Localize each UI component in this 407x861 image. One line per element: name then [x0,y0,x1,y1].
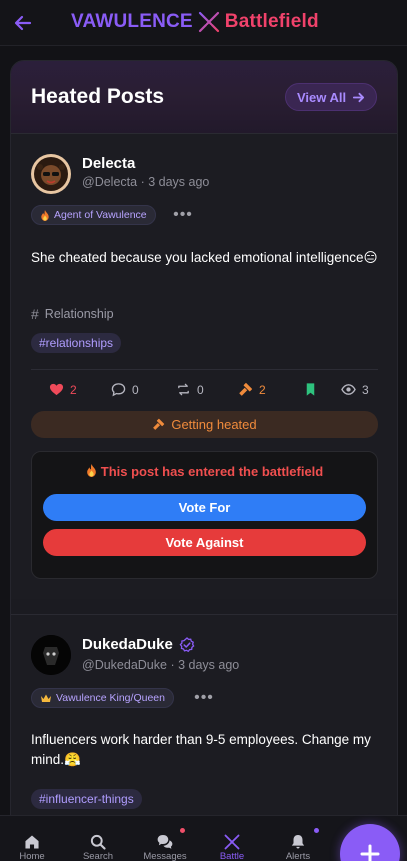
post-text: She cheated because you lacked emotional… [31,250,378,265]
search-icon [90,834,106,850]
author-meta: @Delecta · 3 days ago [82,175,209,189]
hashtag-chip[interactable]: #relationships [31,333,122,353]
author-name-text: DukedaDuke [82,636,173,653]
fire-icon [41,209,49,221]
badge-label: Vawulence King/Queen [56,692,165,704]
unread-dot [314,828,319,833]
more-options-button[interactable]: ••• [192,688,216,708]
brand-word-right: Battlefield [224,11,319,32]
meta-separator: · [170,658,179,672]
gavel-icon [239,382,253,396]
brand-title: VAWULENCE Battlefield [71,10,319,34]
battle-message: This post has entered the battlefield [32,464,377,479]
status-badge: Vawulence King/Queen [31,688,174,708]
nav-messages[interactable]: Messages [135,816,195,861]
author-handle: @DukedaDuke [82,658,167,672]
heat-count: 2 [259,382,266,397]
bookmark-icon [306,383,315,396]
gavel-icon [153,418,165,430]
views-indicator: 3 [341,382,369,397]
bookmark-button[interactable] [303,382,318,397]
hash-icon: # [31,306,39,322]
like-button[interactable]: 2 [49,382,77,397]
heat-status-bar: Getting heated [31,411,378,438]
post-time: 3 days ago [178,658,240,672]
nav-label: Messages [143,851,187,861]
heated-posts-panel: Heated Posts View All Delecta @Delecta ·… [10,60,398,861]
fire-icon [86,464,96,477]
comment-count: 0 [132,382,139,397]
plus-icon [360,844,380,861]
brand-word-left: VAWULENCE [71,11,193,32]
view-all-label: View All [297,89,347,105]
eye-icon [341,384,356,395]
nav-home[interactable]: Home [2,816,62,861]
panel-title: Heated Posts [31,85,165,108]
bell-icon [291,835,305,849]
avatar[interactable] [31,635,71,675]
verified-icon [179,636,195,652]
chat-icon [157,835,173,849]
like-count: 2 [70,382,77,397]
repost-button[interactable]: 0 [176,382,204,397]
home-icon [25,835,39,849]
back-button[interactable] [11,11,35,35]
top-bar: VAWULENCE Battlefield [0,0,407,46]
crown-icon [41,694,51,702]
post-time: 3 days ago [148,175,210,189]
nav-battle[interactable]: Battle [202,816,262,861]
category-label: Relationship [44,307,114,321]
view-all-button[interactable]: View All [285,83,378,111]
nav-label: Home [19,851,45,861]
post-text: Influencers work harder than 9-5 employe… [31,732,371,767]
heat-button[interactable]: 2 [238,382,266,397]
author-name[interactable]: Delecta [82,155,135,172]
vote-for-button[interactable]: Vote For [43,494,366,521]
author-handle: @Delecta [82,175,138,189]
crossed-swords-icon [224,834,240,850]
nav-label: Search [82,851,114,861]
battle-box: This post has entered the battlefield Vo… [31,451,378,579]
post-stats: 2 0 0 2 3 [31,382,381,402]
crossed-swords-icon [198,11,219,33]
heat-status-label: Getting heated [171,417,257,432]
post-category: # Relationship [31,306,114,322]
author-meta: @DukedaDuke · 3 days ago [82,658,239,672]
unread-dot [180,828,185,833]
repost-icon [178,383,189,396]
nav-alerts[interactable]: Alerts [268,816,328,861]
comment-button[interactable]: 0 [111,382,139,397]
status-badge: Agent of Vawulence [31,205,156,225]
avatar[interactable] [31,154,71,194]
nav-label: Alerts [285,851,311,861]
nav-label: Battle [219,851,245,861]
nav-search[interactable]: Search [68,816,128,861]
vote-against-button[interactable]: Vote Against [43,529,366,556]
more-options-button[interactable]: ••• [171,205,195,225]
repost-count: 0 [197,382,204,397]
divider [31,369,378,370]
panel-header: Heated Posts View All [11,61,397,133]
arrow-left-icon [14,15,32,31]
badge-label: Agent of Vawulence [54,209,147,221]
post-card[interactable]: Delecta @Delecta · 3 days ago Agent of V… [11,133,397,599]
arrow-right-icon [353,92,365,102]
author-name[interactable]: DukedaDuke [82,636,195,653]
heart-icon [49,383,64,396]
comment-icon [111,383,126,397]
view-count: 3 [362,382,369,397]
battle-message-text: This post has entered the battlefield [100,464,324,479]
hashtag-chip[interactable]: #influencer-things [31,789,142,809]
